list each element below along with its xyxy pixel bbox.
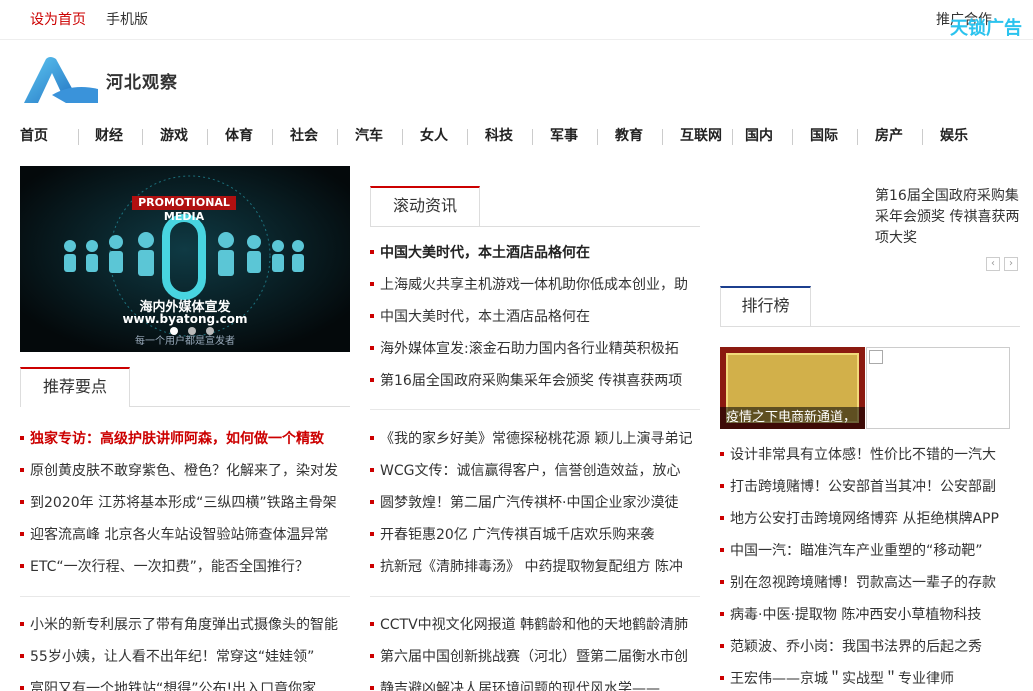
nav-item[interactable]: 汽车 (355, 124, 383, 148)
chevron-right-icon[interactable]: › (1004, 257, 1018, 271)
ranking-underline (720, 326, 1020, 327)
list-item[interactable]: 王宏伟——京城＂实战型＂专业律师 (720, 669, 1010, 689)
list-item[interactable]: 第16届全国政府采购集采年会颁奖 传祺喜获两项 (370, 371, 700, 391)
banner-top-text: PROMOTIONAL MEDIA (138, 196, 230, 223)
banner-carousel[interactable]: PROMOTIONAL MEDIA 海内外媒体宣发 www.byatong.co… (20, 166, 350, 352)
list-item[interactable]: 设计非常具有立体感！性价比不错的一汽大 (720, 445, 1010, 465)
nav-divider (207, 129, 208, 145)
nav-item[interactable]: 体育 (225, 124, 253, 148)
nav-divider (597, 129, 598, 145)
list-item[interactable]: 第六届中国创新挑战赛（河北）暨第二届衡水市创 (370, 647, 700, 667)
main-nav: 首页 财经 游戏 体育 社会 汽车 女人 科技 军事 教育 互联网 国内 国际 … (0, 124, 1033, 150)
mobile-version-link[interactable]: 手机版 (106, 9, 148, 29)
list-item[interactable]: 病毒·中医·提取物 陈冲西安小草植物科技 (720, 605, 1010, 625)
list-item[interactable]: 圆梦敦煌！第二届广汽传祺杯·中国企业家沙漠徒 (370, 493, 700, 513)
carousel-dots (170, 323, 224, 339)
list-item[interactable]: 原创黄皮肤不敢穿紫色、橙色？化解来了，染对发 (20, 461, 350, 481)
ranking-image[interactable]: 疫情之下电商新通道， (720, 347, 865, 429)
list-divider (370, 409, 700, 410)
ranking-title: 排行榜 (720, 286, 811, 326)
list-divider (370, 596, 700, 597)
ad-link[interactable]: 天锁广告 (950, 14, 1022, 40)
list-item[interactable]: 小米的新专利展示了带有角度弹出式摄像头的智能 (20, 615, 350, 635)
rolling-title: 滚动资讯 (370, 186, 480, 226)
nav-item[interactable]: 军事 (550, 124, 578, 148)
nav-divider (402, 129, 403, 145)
nav-divider (732, 129, 733, 145)
list-item[interactable]: 《我的家乡好美》常德探秘桃花源 颖儿上演寻弟记 (370, 429, 700, 449)
list-item[interactable]: ETC“一次行程、一次扣费”，能否全国推行？ (20, 557, 350, 577)
list-item[interactable]: 海外媒体宣发:滚金石助力国内各行业精英积极拓 (370, 339, 700, 359)
site-logo[interactable]: 河北观察 (22, 55, 202, 107)
list-item[interactable]: 中国一汽：瞄准汽车产业重塑的“移动靶” (720, 541, 1010, 561)
list-divider (20, 596, 350, 597)
carousel-dot[interactable] (188, 327, 196, 335)
nav-divider (142, 129, 143, 145)
set-homepage-link[interactable]: 设为首页 (30, 9, 86, 29)
side-scroll-news[interactable]: 第16届全国政府采购集采年会颁奖 传祺喜获两项大奖 (875, 186, 1025, 249)
nav-item[interactable]: 国际 (810, 124, 838, 148)
list-item[interactable]: 中国大美时代，本土酒店品格何在 (370, 307, 700, 327)
nav-divider (922, 129, 923, 145)
list-item[interactable]: 独家专访：高级护肤讲师阿森，如何做一个精致 (20, 429, 350, 449)
nav-item[interactable]: 首页 (20, 124, 48, 148)
list-item[interactable]: CCTV中视文化网报道 韩鹤龄和他的天地鹤龄清肺 (370, 615, 700, 635)
nav-item[interactable]: 娱乐 (940, 124, 968, 148)
nav-item[interactable]: 财经 (95, 124, 123, 148)
list-item[interactable]: 抗新冠《清肺排毒汤》 中药提取物复配组方 陈冲 (370, 557, 700, 577)
rolling-underline (370, 226, 700, 227)
nav-divider (78, 129, 79, 145)
nav-divider (662, 129, 663, 145)
broken-image-icon (869, 350, 883, 364)
ranking-image-placeholder[interactable] (866, 347, 1010, 429)
carousel-dot[interactable] (206, 327, 214, 335)
nav-item[interactable]: 国内 (745, 124, 773, 148)
nav-divider (337, 129, 338, 145)
list-item[interactable]: 别在忽视跨境赌博！罚款高达一辈子的存款 (720, 573, 1010, 593)
list-item[interactable]: 静吉避凶解决人居环境问题的现代风水学—— (370, 679, 700, 691)
nav-divider (857, 129, 858, 145)
list-item[interactable]: 55岁小姨，让人看不出年纪！常穿这“娃娃领” (20, 647, 350, 667)
chevron-left-icon[interactable]: ‹ (986, 257, 1000, 271)
scroll-arrows: ‹ › (986, 254, 1022, 271)
list-item[interactable]: 开春钜惠20亿 广汽传祺百城千店欢乐购来袭 (370, 525, 700, 545)
nav-divider (467, 129, 468, 145)
list-item[interactable]: 地方公安打击跨境网络博弈 从拒绝棋牌APP (720, 509, 1010, 529)
nav-item[interactable]: 女人 (420, 124, 448, 148)
nav-item[interactable]: 互联网 (680, 124, 722, 148)
nav-divider (792, 129, 793, 145)
list-item[interactable]: 富阳又有一个地铁站“想得”公布!出入口竟你家 (20, 679, 350, 691)
nav-item[interactable]: 房产 (875, 124, 903, 148)
ranking-image-caption: 疫情之下电商新通道， (720, 407, 865, 429)
logo-a-icon (24, 57, 98, 103)
nav-item[interactable]: 教育 (615, 124, 643, 148)
list-item[interactable]: 到2020年 江苏将基本形成“三纵四横”铁路主骨架 (20, 493, 350, 513)
list-item[interactable]: 迎客流高峰 北京各火车站设智验站筛查体温异常 (20, 525, 350, 545)
list-item[interactable]: WCG文传：诚信赢得客户，信誉创造效益，放心 (370, 461, 700, 481)
list-item[interactable]: 中国大美时代，本土酒店品格何在 (370, 243, 700, 263)
nav-item[interactable]: 科技 (485, 124, 513, 148)
carousel-dot[interactable] (170, 327, 178, 335)
nav-item[interactable]: 游戏 (160, 124, 188, 148)
top-bar: 设为首页 手机版 推广合作 天锁广告 (0, 0, 1033, 40)
list-item[interactable]: 范颖波、乔小岗：我国书法界的后起之秀 (720, 637, 1010, 657)
nav-item[interactable]: 社会 (290, 124, 318, 148)
nav-divider (272, 129, 273, 145)
recommend-title: 推荐要点 (20, 367, 130, 407)
nav-divider (532, 129, 533, 145)
list-item[interactable]: 打击跨境赌博！公安部首当其冲！公安部副 (720, 477, 1010, 497)
site-name: 河北观察 (106, 73, 178, 93)
list-item[interactable]: 上海威火共享主机游戏一体机助你低成本创业，助 (370, 275, 700, 295)
